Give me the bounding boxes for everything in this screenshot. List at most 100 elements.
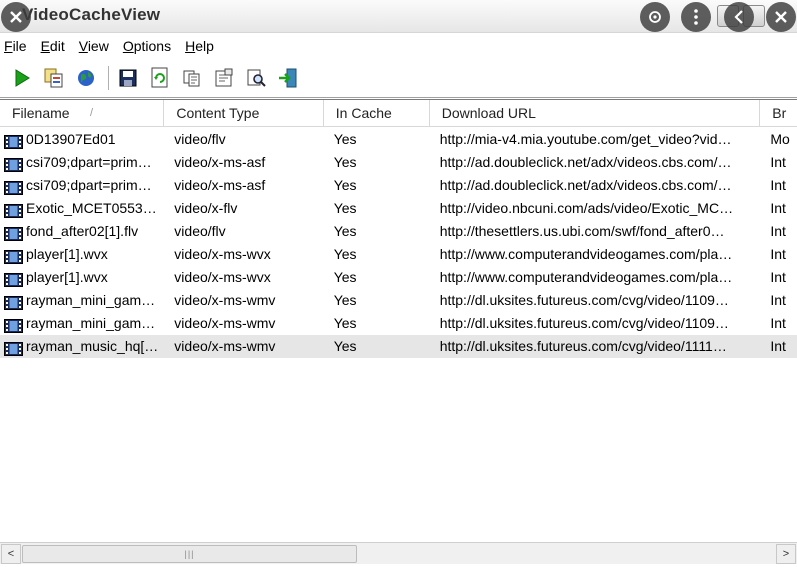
cell-content-type: video/x-flv bbox=[174, 200, 238, 216]
scroll-left-button[interactable]: < bbox=[1, 544, 21, 564]
table-row[interactable]: csi709;dpart=prim… video/x-ms-asf Yes http:… bbox=[0, 174, 797, 197]
filename-text: rayman_mini_gam… bbox=[26, 315, 156, 331]
cell-browser: Int bbox=[770, 177, 786, 193]
cell-content-type: video/flv bbox=[174, 131, 226, 147]
window-title: VideoCacheView bbox=[22, 5, 161, 24]
cell-filename: csi709;dpart=prim… bbox=[0, 174, 164, 197]
table-row[interactable]: Exotic_MCET0553… video/x-flv Yes http://vid… bbox=[0, 197, 797, 220]
cell-download-url: http://thesettlers.us.ubi.com/swf/fond_a… bbox=[439, 223, 725, 239]
cell-browser: Mo bbox=[770, 131, 790, 147]
cell-browser: Int bbox=[770, 338, 786, 354]
cell-in-cache: Yes bbox=[333, 177, 357, 193]
cell-browser: Int bbox=[770, 269, 786, 285]
scroll-right-button[interactable]: > bbox=[776, 544, 796, 564]
video-file-icon bbox=[4, 271, 23, 287]
cell-download-url: http://www.computerandvideogames.com/pla… bbox=[439, 246, 733, 262]
table-row[interactable]: rayman_mini_gam… video/x-ms-wmv Yes http://… bbox=[0, 289, 797, 312]
video-file-icon bbox=[4, 248, 23, 264]
filename-text: rayman_mini_gam… bbox=[26, 292, 156, 308]
filename-text: rayman_music_hq[… bbox=[26, 338, 159, 354]
menu-edit[interactable]: Edit bbox=[41, 38, 65, 54]
filename-text: Exotic_MCET0553… bbox=[26, 200, 157, 216]
cell-in-cache: Yes bbox=[333, 292, 357, 308]
table-row[interactable]: player[1].wvx video/x-ms-wvx Yes http://www… bbox=[0, 266, 797, 289]
cell-download-url: http://video.nbcuni.com/ads/video/Exotic… bbox=[439, 200, 734, 216]
more-options-icon[interactable] bbox=[681, 2, 711, 32]
column-header-download-url[interactable]: Download URL bbox=[430, 100, 761, 127]
video-list[interactable]: Filename / Content Type In Cache Downloa… bbox=[0, 99, 797, 542]
video-file-icon bbox=[4, 340, 23, 356]
refresh-icon[interactable] bbox=[148, 66, 172, 90]
table-row[interactable]: csi709;dpart=prim… video/x-ms-asf Yes http:… bbox=[0, 151, 797, 174]
web-icon[interactable] bbox=[74, 66, 98, 90]
menu-bar: File Edit View Options Help bbox=[0, 33, 797, 58]
video-file-icon bbox=[4, 317, 23, 333]
column-header-in-cache[interactable]: In Cache bbox=[324, 100, 430, 127]
column-header-browser[interactable]: Br bbox=[760, 100, 797, 127]
table-row[interactable]: 0D13907Ed01 video/flv Yes http://mia-v4.mia… bbox=[0, 128, 797, 151]
properties-icon[interactable] bbox=[212, 66, 236, 90]
cell-download-url: http://dl.uksites.futureus.com/cvg/video… bbox=[439, 338, 727, 354]
cell-content-type: video/x-ms-asf bbox=[174, 154, 266, 170]
horizontal-scrollbar[interactable]: < ||| > bbox=[0, 542, 797, 564]
cell-filename: rayman_mini_gam… bbox=[0, 289, 164, 312]
copy-files-icon[interactable] bbox=[42, 66, 66, 90]
cell-content-type: video/x-ms-wvx bbox=[174, 269, 271, 285]
cell-filename: Exotic_MCET0553… bbox=[0, 197, 164, 220]
cell-content-type: video/x-ms-wvx bbox=[174, 246, 271, 262]
video-file-icon bbox=[4, 225, 23, 241]
cell-content-type: video/x-ms-asf bbox=[174, 177, 266, 193]
cell-content-type: video/x-ms-wmv bbox=[174, 292, 276, 308]
sort-indicator-icon: / bbox=[90, 107, 94, 119]
cell-in-cache: Yes bbox=[333, 246, 357, 262]
cell-in-cache: Yes bbox=[333, 131, 357, 147]
column-header-content-type[interactable]: Content Type bbox=[164, 100, 324, 127]
video-file-icon bbox=[4, 202, 23, 218]
cell-filename: csi709;dpart=prim… bbox=[0, 151, 164, 174]
toolbar-separator bbox=[108, 65, 110, 90]
column-header-filename[interactable]: Filename / bbox=[0, 100, 165, 127]
menu-view[interactable]: View bbox=[79, 38, 109, 54]
cell-download-url: http://www.computerandvideogames.com/pla… bbox=[439, 269, 733, 285]
video-file-icon bbox=[4, 179, 23, 195]
scrollbar-thumb[interactable]: ||| bbox=[22, 545, 357, 563]
close-overlay-icon[interactable] bbox=[1, 2, 31, 32]
cell-filename: fond_after02[1].flv bbox=[0, 220, 164, 243]
table-row[interactable]: rayman_mini_gam… video/x-ms-wmv Yes http://… bbox=[0, 312, 797, 335]
cell-download-url: http://dl.uksites.futureus.com/cvg/video… bbox=[439, 292, 729, 308]
cell-content-type: video/x-ms-wmv bbox=[174, 315, 276, 331]
previous-icon[interactable] bbox=[724, 2, 754, 32]
copy-icon[interactable] bbox=[180, 66, 204, 90]
cell-filename: player[1].wvx bbox=[0, 243, 164, 266]
cell-content-type: video/flv bbox=[174, 223, 226, 239]
cell-download-url: http://mia-v4.mia.youtube.com/get_video?… bbox=[439, 131, 732, 147]
cell-in-cache: Yes bbox=[333, 269, 357, 285]
menu-options[interactable]: Options bbox=[123, 38, 171, 54]
video-file-icon bbox=[4, 294, 23, 310]
menu-file[interactable]: File bbox=[4, 38, 27, 54]
find-icon[interactable] bbox=[244, 66, 268, 90]
cell-in-cache: Yes bbox=[333, 154, 357, 170]
filename-text: fond_after02[1].flv bbox=[26, 223, 139, 239]
video-file-icon bbox=[4, 133, 23, 149]
cell-filename: 0D13907Ed01 bbox=[0, 128, 164, 151]
close-icon[interactable] bbox=[766, 2, 796, 32]
title-bar: VideoCacheView bbox=[0, 0, 797, 33]
table-row[interactable]: player[1].wvx video/x-ms-wvx Yes http://www… bbox=[0, 243, 797, 266]
lens-icon[interactable] bbox=[640, 2, 670, 32]
cell-filename: player[1].wvx bbox=[0, 266, 164, 289]
cell-in-cache: Yes bbox=[333, 223, 357, 239]
filename-text: 0D13907Ed01 bbox=[26, 131, 116, 147]
filename-text: player[1].wvx bbox=[26, 246, 108, 262]
table-row[interactable]: rayman_music_hq[… video/x-ms-wmv Yes http:/… bbox=[0, 335, 797, 358]
cell-filename: rayman_music_hq[… bbox=[0, 335, 164, 358]
table-body: 0D13907Ed01 video/flv Yes http://mia-v4.mia… bbox=[0, 128, 797, 358]
cell-download-url: http://ad.doubleclick.net/adx/videos.cbs… bbox=[439, 154, 732, 170]
menu-help[interactable]: Help bbox=[185, 38, 214, 54]
play-icon[interactable] bbox=[10, 66, 34, 90]
save-icon[interactable] bbox=[116, 66, 140, 90]
table-row[interactable]: fond_after02[1].flv video/flv Yes http://th… bbox=[0, 220, 797, 243]
exit-icon[interactable] bbox=[276, 66, 300, 90]
column-header-row: Filename / Content Type In Cache Downloa… bbox=[0, 100, 797, 127]
cell-in-cache: Yes bbox=[333, 200, 357, 216]
